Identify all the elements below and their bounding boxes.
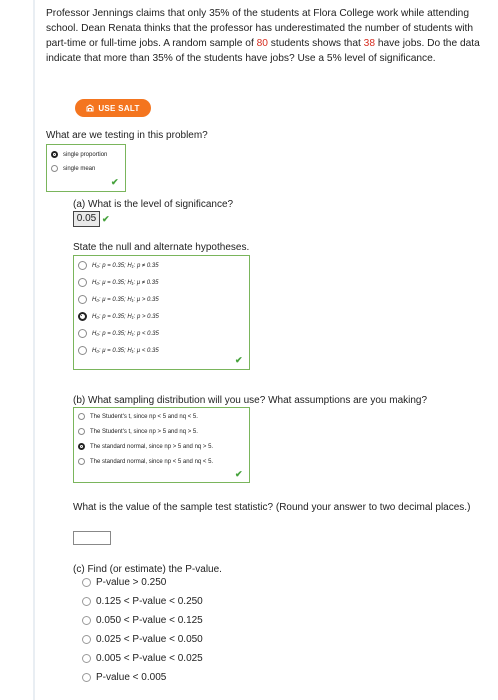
distribution-radio[interactable] <box>78 413 85 420</box>
question-distribution: (b) What sampling distribution will you … <box>73 395 428 406</box>
test-option-single-mean[interactable]: single mean <box>51 165 95 172</box>
pvalue-radio[interactable] <box>82 597 91 606</box>
distribution-radio[interactable] <box>78 428 85 435</box>
pvalue-option[interactable]: P-value < 0.005 <box>82 672 166 683</box>
pvalue-label: P-value > 0.250 <box>96 577 167 588</box>
use-salt-label: USE SALT <box>98 103 140 113</box>
distribution-option[interactable]: The Student's t, since np > 5 and nq > 5… <box>78 428 198 435</box>
distribution-answer-box: The Student's t, since np < 5 and nq < 5… <box>73 407 250 483</box>
significance-answer[interactable]: 0.05 <box>73 211 100 227</box>
hypothesis-radio-selected[interactable] <box>78 312 87 321</box>
hypothesis-label: H₀: μ = 0.35; H₁: μ ≠ 0.35 <box>92 279 159 286</box>
test-option-single-proportion[interactable]: single proportion <box>51 151 107 158</box>
check-icon: ✔ <box>235 469 243 479</box>
pvalue-option[interactable]: 0.050 < P-value < 0.125 <box>82 615 203 626</box>
hypothesis-option[interactable]: H₀: μ = 0.35; H₁: μ ≠ 0.35 <box>78 278 158 287</box>
hypothesis-radio[interactable] <box>78 329 87 338</box>
pvalue-option[interactable]: P-value > 0.250 <box>82 577 166 588</box>
salt-icon <box>86 104 94 112</box>
pvalue-option[interactable]: 0.025 < P-value < 0.050 <box>82 634 203 645</box>
pvalue-radio[interactable] <box>82 616 91 625</box>
test-option-label: single mean <box>63 165 96 172</box>
check-icon: ✔ <box>111 177 119 187</box>
left-border <box>33 0 35 700</box>
question-test-statistic: What is the value of the sample test sta… <box>73 502 471 513</box>
pvalue-label: 0.005 < P-value < 0.025 <box>96 653 203 664</box>
pvalue-radio[interactable] <box>82 654 91 663</box>
question-test-type: What are we testing in this problem? <box>46 130 208 141</box>
question-significance: (a) What is the level of significance? <box>73 199 234 210</box>
sample-size: 80 <box>256 38 268 49</box>
hypothesis-label: H₀: p = 0.35; H₁: p ≠ 0.35 <box>92 262 159 269</box>
hypothesis-option[interactable]: H₀: μ = 0.35; H₁: μ < 0.35 <box>78 346 159 355</box>
hypothesis-radio[interactable] <box>78 295 87 304</box>
hypothesis-radio[interactable] <box>78 346 87 355</box>
hypothesis-label: H₀: p = 0.35; H₁: p > 0.35 <box>92 313 159 320</box>
pvalue-label: 0.025 < P-value < 0.050 <box>96 634 203 645</box>
distribution-radio-selected[interactable] <box>78 443 85 450</box>
distribution-option[interactable]: The Student's t, since np < 5 and nq < 5… <box>78 413 198 420</box>
pvalue-radio[interactable] <box>82 578 91 587</box>
distribution-label: The standard normal, since np < 5 and nq… <box>90 458 214 465</box>
pvalue-radio[interactable] <box>82 635 91 644</box>
check-icon: ✔ <box>102 214 110 224</box>
test-type-answer-box: single proportion single mean ✔ <box>46 144 126 192</box>
hypothesis-radio[interactable] <box>78 261 87 270</box>
pvalue-label: P-value < 0.005 <box>96 672 167 683</box>
hypothesis-option[interactable]: H₀: μ = 0.35; H₁: μ > 0.35 <box>78 295 159 304</box>
distribution-label: The Student's t, since np < 5 and nq < 5… <box>90 413 198 420</box>
hypothesis-option-selected[interactable]: H₀: p = 0.35; H₁: p > 0.35 <box>78 312 159 321</box>
pvalue-option[interactable]: 0.125 < P-value < 0.250 <box>82 596 203 607</box>
radio-single-proportion[interactable] <box>51 151 58 158</box>
hypothesis-label: H₀: μ = 0.35; H₁: μ > 0.35 <box>92 296 159 303</box>
hypothesis-option[interactable]: H₀: p = 0.35; H₁: p < 0.35 <box>78 329 159 338</box>
hypothesis-label: H₀: μ = 0.35; H₁: μ < 0.35 <box>92 347 159 354</box>
distribution-label: The standard normal, since np > 5 and nq… <box>90 443 214 450</box>
pvalue-radio[interactable] <box>82 673 91 682</box>
hypothesis-option[interactable]: H₀: p = 0.35; H₁: p ≠ 0.35 <box>78 261 159 270</box>
distribution-option-selected[interactable]: The standard normal, since np > 5 and nq… <box>78 443 213 450</box>
distribution-label: The Student's t, since np > 5 and nq > 5… <box>90 428 198 435</box>
problem-text-part2: students shows that <box>267 38 364 49</box>
hypothesis-radio[interactable] <box>78 278 87 287</box>
problem-statement: Professor Jennings claims that only 35% … <box>46 6 486 66</box>
distribution-option[interactable]: The standard normal, since np < 5 and nq… <box>78 458 213 465</box>
distribution-radio[interactable] <box>78 458 85 465</box>
question-hypotheses: State the null and alternate hypotheses. <box>73 242 250 253</box>
test-option-label: single proportion <box>63 151 108 158</box>
hypothesis-label: H₀: p = 0.35; H₁: p < 0.35 <box>92 330 159 337</box>
question-pvalue: (c) Find (or estimate) the P-value. <box>73 564 222 575</box>
test-statistic-input[interactable] <box>73 531 111 545</box>
use-salt-button[interactable]: USE SALT <box>75 99 151 117</box>
pvalue-option[interactable]: 0.005 < P-value < 0.025 <box>82 653 203 664</box>
check-icon: ✔ <box>235 355 243 365</box>
pvalue-label: 0.050 < P-value < 0.125 <box>96 615 203 626</box>
hypotheses-answer-box: H₀: p = 0.35; H₁: p ≠ 0.35 H₀: μ = 0.35;… <box>73 255 250 370</box>
pvalue-label: 0.125 < P-value < 0.250 <box>96 596 203 607</box>
successes-count: 38 <box>363 38 376 49</box>
radio-single-mean[interactable] <box>51 165 58 172</box>
